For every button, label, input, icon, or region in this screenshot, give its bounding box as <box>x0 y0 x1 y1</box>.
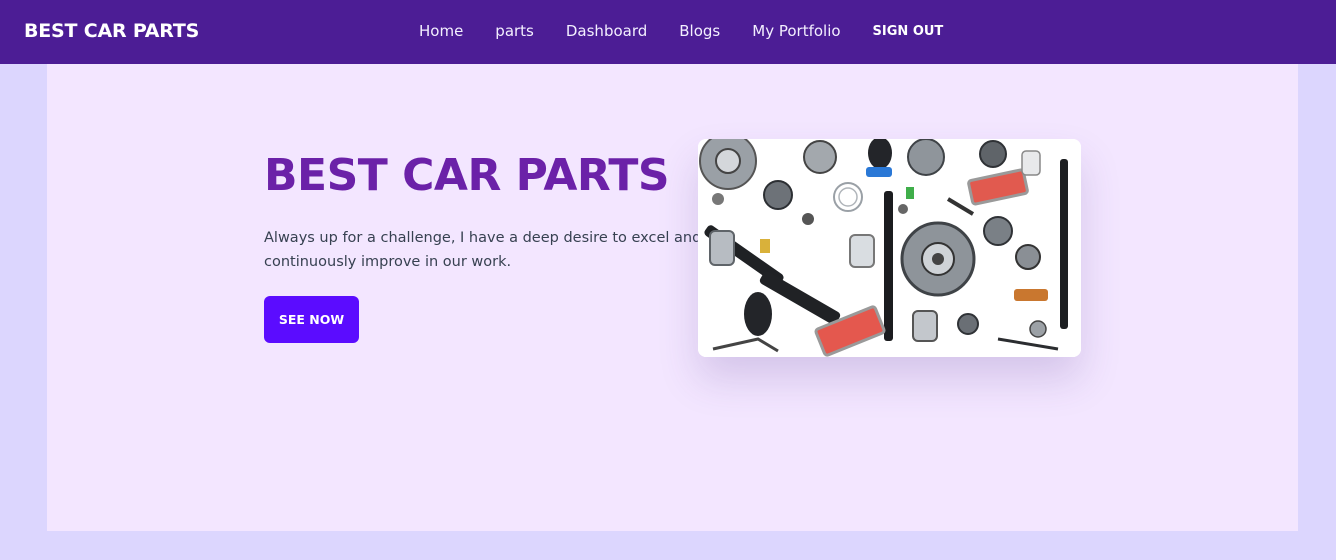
car-parts-collage-icon <box>698 139 1081 357</box>
nav-links: Home parts Dashboard Blogs My Portfolio … <box>419 22 943 40</box>
top-navbar: BEST CAR PARTS Home parts Dashboard Blog… <box>0 0 1336 64</box>
nav-link-dashboard[interactable]: Dashboard <box>566 22 647 40</box>
nav-link-home[interactable]: Home <box>419 22 463 40</box>
nav-link-my-portfolio[interactable]: My Portfolio <box>752 22 840 40</box>
sign-out-button[interactable]: SIGN OUT <box>873 24 944 39</box>
hero-panel <box>47 64 1298 531</box>
brand-logo-link[interactable]: BEST CAR PARTS <box>24 20 199 42</box>
hero-description: Always up for a challenge, I have a deep… <box>264 230 702 270</box>
hero-title: BEST CAR PARTS <box>264 150 670 201</box>
nav-link-parts[interactable]: parts <box>495 22 534 40</box>
see-now-button[interactable]: SEE NOW <box>264 296 359 343</box>
car-parts-image <box>698 139 1081 357</box>
nav-link-blogs[interactable]: Blogs <box>679 22 720 40</box>
